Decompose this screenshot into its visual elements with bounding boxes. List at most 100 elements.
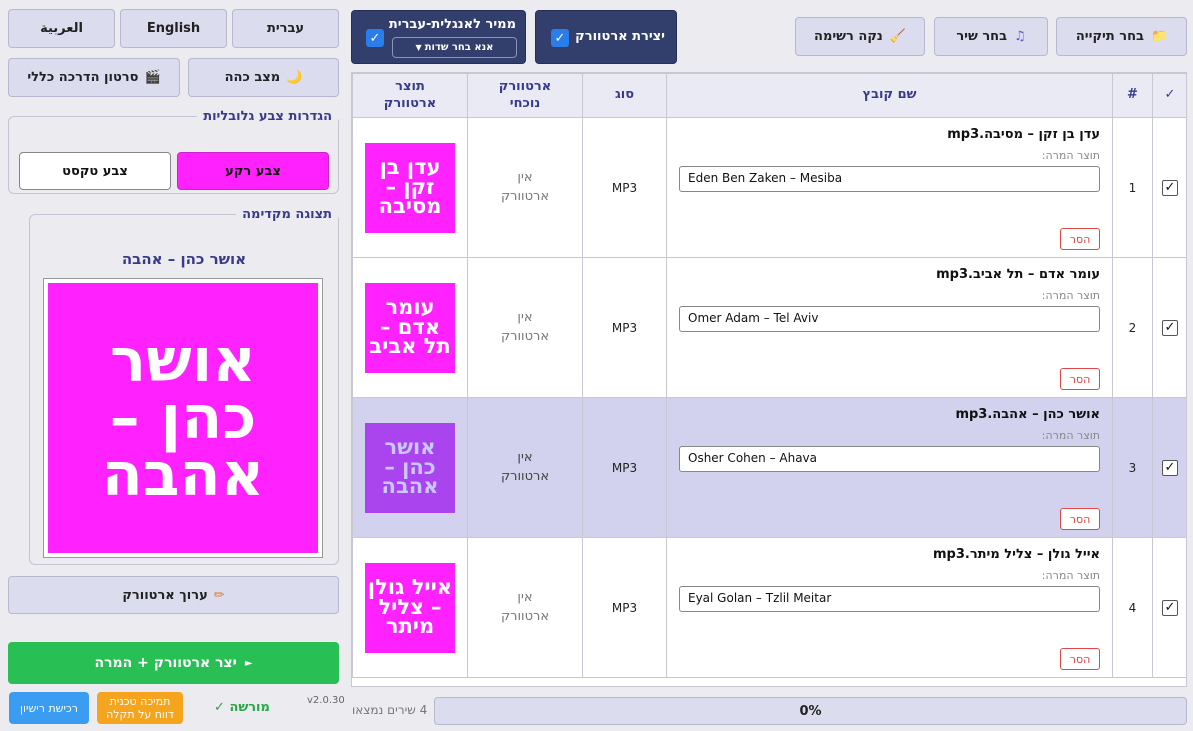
caret-down-icon: ▼ [415,43,422,52]
row-converted-input[interactable]: Eden Ben Zaken – Mesiba [679,166,1100,192]
art-line: מסיבה [378,194,442,219]
row-current-artwork: אין ארטוורק [467,257,583,398]
edit-artwork-label: ערוך ארטוורק [122,587,208,603]
artwork-thumbnail[interactable]: עומר אדם – תל אביב [365,282,455,373]
no-artwork-line-1: אין [517,449,533,465]
row-current-artwork: אין ארטוורק [467,117,583,258]
preview-line-2: כהן – [109,382,257,453]
no-artwork-line-1: אין [517,589,533,605]
row-current-artwork: אין ארטוורק [467,397,583,538]
no-artwork-line-1: אין [517,309,533,325]
no-artwork-line-1: אין [517,169,533,185]
row-name-cell: אושר כהן – אהבה.mp3 תוצר המרה: Osher Coh… [666,397,1113,538]
converter-checkbox[interactable]: ✓ [366,29,384,47]
global-colors-group: הגדרות צבע גלובליות צבע רקע צבע טקסט [8,109,339,194]
row-remove-button[interactable]: הסר [1060,228,1100,250]
bg-color-label: צבע רקע [225,163,281,179]
folder-icon: 📁 [1150,29,1168,44]
global-colors-legend: הגדרות צבע גלובליות [203,109,332,124]
row-name-cell: עדן בן זקן – מסיבה.mp3 תוצר המרה: Eden B… [666,117,1113,258]
license-purchase-button[interactable]: רכישת רישיון [9,692,89,724]
row-checkbox[interactable]: ✓ [1162,599,1178,616]
row-artwork-product: עדן בן זקן – מסיבה [352,117,468,258]
header-check[interactable]: ✓ [1152,73,1186,118]
licensed-status: מורשה ✓ [214,700,270,715]
create-artwork-label: יצירת ארטוורק [575,29,665,44]
dark-mode-button[interactable]: 🌙 מצב כהה [188,58,339,97]
preview-group: תצוגה מקדימה אושר כהן – אהבה אושר כהן – … [29,207,339,565]
preview-line-1: אושר [110,325,256,396]
row-artwork-product: אייל גולן – צליל מיתר [352,537,468,678]
preview-line-3: אהבה [101,439,265,510]
no-artwork-line-2: ארטוורק [500,328,550,344]
lang-arabic-label: العربية [40,21,83,36]
row-file-name: אושר כהן – אהבה.mp3 [955,407,1100,422]
progress-bar: 0% [434,697,1187,725]
table-header-row: ✓ # שם קובץ סוג ארטוורק נוכחי תוצר ארטוורק [352,73,1186,118]
select-fields-dropdown[interactable]: אנא בחר שדות ▼ [392,37,517,58]
artwork-thumbnail[interactable]: עדן בן זקן – מסיבה [365,142,455,233]
music-note-icon: ♫ [1014,29,1026,44]
tutorial-label: סרטון הדרכה כללי [27,70,139,85]
lang-hebrew-button[interactable]: עברית [232,9,339,48]
clapper-icon: 🎬 [144,70,161,85]
check-icon: ✓ [214,700,225,715]
lang-arabic-button[interactable]: العربية [8,9,115,48]
choose-song-button[interactable]: ♫ בחר שיר [934,17,1048,56]
play-icon: ► [244,657,253,669]
row-remove-label: הסר [1069,232,1091,246]
preview-artwork: אושר כהן – אהבה [48,283,318,553]
row-converted-input[interactable]: Osher Cohen – Ahava [679,446,1100,472]
row-remove-button[interactable]: הסר [1060,368,1100,390]
row-current-artwork: אין ארטוורק [467,537,583,678]
choose-song-label: בחר שיר [956,29,1008,44]
artwork-thumbnail[interactable]: אייל גולן – צליל מיתר [365,562,455,653]
converter-label: ממיר לאנגלית-עברית [388,17,516,32]
no-artwork-line-2: ארטוורק [500,188,550,204]
row-checkbox[interactable]: ✓ [1162,319,1178,336]
songs-found-label: 4 שירים נמצאו [352,703,428,717]
pencil-icon: ✏ [213,587,225,603]
row-remove-label: הסר [1069,372,1091,386]
row-remove-button[interactable]: הסר [1060,508,1100,530]
choose-folder-button[interactable]: 📁 בחר תיקייה [1056,17,1187,56]
row-check-cell: ✓ [1152,117,1186,258]
artwork-thumbnail[interactable]: אושר כהן – אהבה [365,422,455,513]
row-convert-label: תוצר המרה: [1041,289,1100,302]
support-line-1: תמיכה טכנית [109,694,171,708]
row-name-cell: עומר אדם – תל אביב.mp3 תוצר המרה: Omer A… [666,257,1113,398]
table-row-selected: ✓ 3 אושר כהן – אהבה.mp3 תוצר המרה: Osher… [352,397,1186,538]
row-type: MP3 [582,397,667,538]
songs-table: ✓ # שם קובץ סוג ארטוורק נוכחי תוצר ארטוורק… [351,72,1187,687]
support-button[interactable]: תמיכה טכנית דווח על תקלה [97,692,183,724]
edit-artwork-button[interactable]: ✏ ערוך ארטוורק [8,576,339,614]
header-current-artwork-line-1: ארטוורק [498,79,552,95]
header-current-artwork-line-2: נוכחי [509,95,541,111]
header-file-name: שם קובץ [666,73,1113,118]
row-converted-input[interactable]: Eyal Golan – Tzlil Meitar [679,586,1100,612]
bg-color-button[interactable]: צבע רקע [177,152,329,190]
generate-button[interactable]: ► יצר ארטוורק + המרה [8,642,339,684]
choose-folder-label: בחר תיקייה [1075,29,1144,44]
row-check-cell: ✓ [1152,397,1186,538]
moon-icon: 🌙 [286,70,303,85]
row-checkbox[interactable]: ✓ [1162,459,1178,476]
clear-list-button[interactable]: 🧹 נקה רשימה [795,17,925,56]
create-artwork-panel: ✓ יצירת ארטוורק [535,10,677,64]
table-row: ✓ 1 עדן בן זקן – מסיבה.mp3 תוצר המרה: Ed… [352,117,1186,258]
row-convert-label: תוצר המרה: [1041,569,1100,582]
lang-english-label: English [146,21,201,36]
lang-english-button[interactable]: English [120,9,227,48]
tutorial-button[interactable]: 🎬 סרטון הדרכה כללי [8,58,180,97]
create-artwork-checkbox[interactable]: ✓ [551,29,569,47]
preview-frame: אושר כהן – אהבה [43,278,323,558]
row-converted-input[interactable]: Omer Adam – Tel Aviv [679,306,1100,332]
row-remove-button[interactable]: הסר [1060,648,1100,670]
row-checkbox[interactable]: ✓ [1162,179,1178,196]
row-remove-label: הסר [1069,512,1091,526]
text-color-button[interactable]: צבע טקסט [19,152,171,190]
row-check-cell: ✓ [1152,537,1186,678]
table-row: ✓ 2 עומר אדם – תל אביב.mp3 תוצר המרה: Om… [352,257,1186,398]
broom-icon: 🧹 [889,29,906,44]
header-artwork-product-line-2: ארטוורק [383,95,437,111]
